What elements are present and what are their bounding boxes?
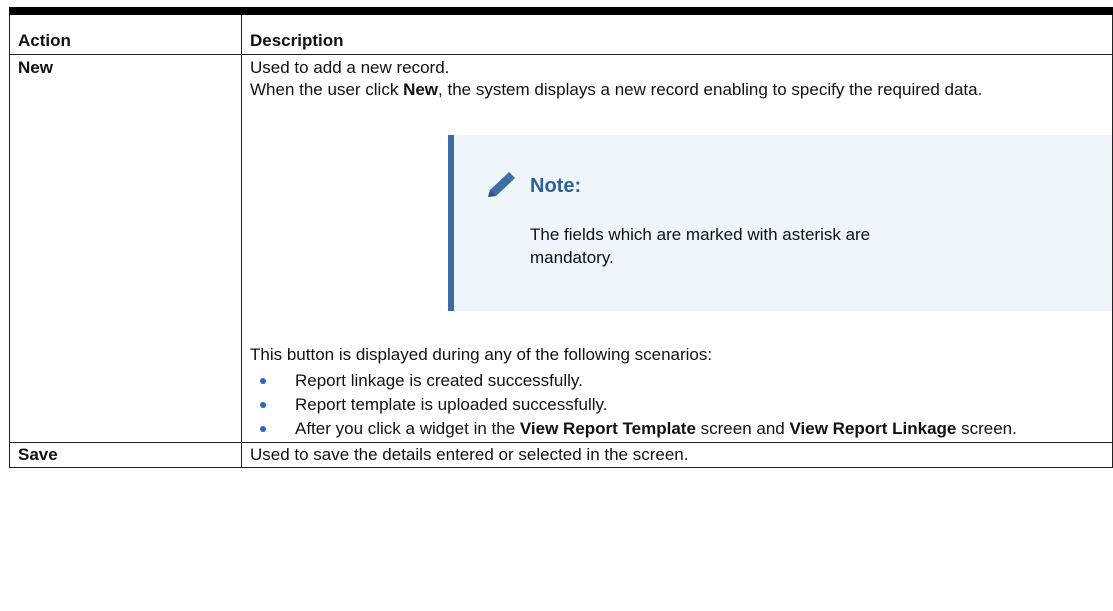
action-cell: Save [9,441,242,468]
scenario-intro: This button is displayed during any of t… [250,344,713,364]
list-item: After you click a widget in the View Rep… [250,418,1104,440]
action-name-new: New [18,57,53,77]
list-item: Report linkage is created successfully. [250,370,1104,392]
table-row: New Used to add a new record. When the u… [9,53,1113,443]
action-name-save: Save [18,444,58,464]
bullet-dot-icon [260,377,266,384]
header-description: Description [241,10,1113,55]
table-header-row: Action Description [9,10,1113,55]
description-text: When the user click [250,79,404,99]
scenario-list: Report linkage is created successfully. … [250,370,1104,440]
list-item: Report template is uploaded successfully… [250,394,1104,416]
list-item-bold-view-report-template: View Report Template [519,418,696,438]
action-description-table: Action Description New Used to add a new… [9,7,1113,468]
list-item-text: After you click a widget in the [295,418,520,438]
pencil-icon [484,171,520,200]
note-text: The fields which are marked with asteris… [530,224,871,267]
description-line: Used to add a new record. [250,57,450,77]
note-header: Note: [484,169,1113,203]
description-cell: Used to add a new record. When the user … [241,53,1113,443]
list-item-text: screen. [956,418,1017,438]
bullet-dot-icon [260,425,266,432]
description-text: , the system displays a new record enabl… [438,79,983,99]
header-action: Action [9,10,242,55]
note-box: Note: The fields which are marked with a… [448,134,1113,311]
list-item-bold-view-report-linkage: View Report Linkage [789,418,957,438]
description-cell: Used to save the details entered or sele… [241,441,1113,468]
description-paragraph: When the user click New, the system disp… [250,79,1104,101]
description-bold-new: New [403,79,439,99]
list-item-text: Report linkage is created successfully. [295,370,583,390]
bullet-dot-icon [260,401,266,408]
list-item-text: Report template is uploaded successfully… [295,394,608,414]
list-item-text: screen and [695,418,790,438]
action-cell: New [9,53,242,443]
note-title: Note: [530,174,582,197]
table-row: Save Used to save the details entered or… [9,441,1113,468]
